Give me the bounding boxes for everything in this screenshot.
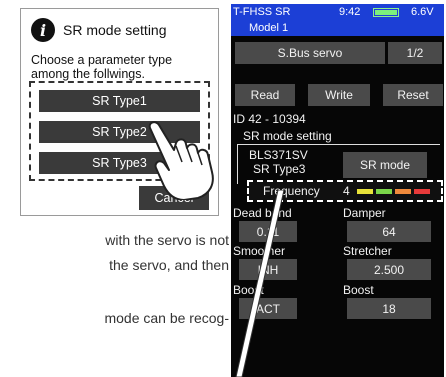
dialog-message: Choose a parameter type among the follwi… [31, 53, 216, 81]
frequency-bar-segment [395, 189, 411, 194]
reset-button[interactable]: Reset [383, 84, 443, 106]
dialog-title: SR mode setting [63, 22, 167, 38]
param-label-damper: Damper [343, 206, 386, 220]
frequency-bar-segment [414, 189, 430, 194]
battery-icon [373, 8, 399, 17]
damper-value[interactable]: 64 [347, 221, 431, 242]
clock: 9:42 [339, 6, 361, 18]
write-button[interactable]: Write [308, 84, 370, 106]
system-label: T-FHSS SR [233, 6, 291, 18]
sr-type1-button[interactable]: SR Type1 [39, 90, 200, 112]
param-label-stretcher: Stretcher [343, 244, 392, 258]
pointing-hand-icon [148, 121, 214, 200]
frequency-bar-segment [357, 189, 373, 194]
stretcher-value[interactable]: 2.500 [347, 259, 431, 280]
model-bar: Model 1 [231, 22, 444, 36]
dialog-message-line: Choose a parameter type [31, 53, 173, 67]
sr-group-title: SR mode setting [241, 129, 334, 143]
sbus-servo-button[interactable]: S.Bus servo [235, 42, 385, 64]
servo-id: ID 42 - 10394 [233, 112, 306, 126]
battery-voltage: 6.6V [411, 6, 434, 18]
frequency-value: 4 [343, 184, 350, 198]
body-text-line: with the servo is not [105, 232, 229, 248]
dialog-header: i SR mode setting [31, 18, 167, 42]
page-indicator[interactable]: 1/2 [388, 42, 442, 64]
param-label-boost: Boost [343, 283, 374, 297]
status-bar: T-FHSS SR 9:42 6.6V [231, 4, 444, 22]
sr-mode-button[interactable]: SR mode [343, 152, 427, 178]
boost-value[interactable]: 18 [347, 298, 431, 319]
info-icon: i [31, 18, 55, 42]
body-text-line: the servo, and then [109, 257, 229, 273]
servo-sr-type: SR Type3 [253, 162, 306, 176]
model-name: Model 1 [249, 22, 289, 34]
dialog-message-line: among the follwings. [31, 67, 145, 81]
read-button[interactable]: Read [235, 84, 295, 106]
frequency-bar-segment [376, 189, 392, 194]
callout-pointer [235, 190, 285, 377]
servo-model: BLS371SV [249, 148, 308, 162]
body-text-line: mode can be recog- [104, 310, 229, 326]
